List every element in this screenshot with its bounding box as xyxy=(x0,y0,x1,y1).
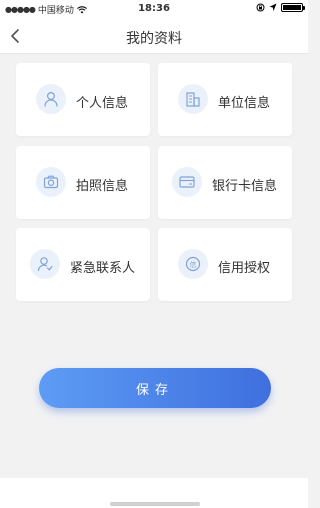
battery-icon xyxy=(281,3,305,12)
credit-icon: 信 xyxy=(178,249,208,279)
card-emergency-contact[interactable]: 紧急联系人 xyxy=(16,228,150,301)
building-icon xyxy=(178,84,208,114)
credit-icon-glyph: 信 xyxy=(190,260,197,269)
save-button[interactable]: 保存 xyxy=(39,368,271,408)
home-indicator xyxy=(110,502,200,506)
card-label: 紧急联系人 xyxy=(70,261,136,276)
battery-level xyxy=(283,5,301,10)
status-bar: ●●●●● 中国移动 18:36 xyxy=(0,0,308,18)
camera-icon xyxy=(36,167,66,197)
card-label: 银行卡信息 xyxy=(212,179,278,194)
contact-icon xyxy=(30,249,60,279)
rotation-lock-icon xyxy=(256,3,265,12)
card-photo-info[interactable]: 拍照信息 xyxy=(16,146,150,219)
page-title: 我的资料 xyxy=(126,31,182,47)
card-company-info[interactable]: 单位信息 xyxy=(158,63,292,136)
card-label: 信用授权 xyxy=(218,261,271,276)
location-arrow-icon xyxy=(269,3,277,11)
nav-bar: 我的资料 xyxy=(0,18,308,54)
card-label: 单位信息 xyxy=(218,96,271,111)
card-label: 拍照信息 xyxy=(76,179,129,194)
bottom-bar xyxy=(0,478,308,508)
status-right xyxy=(256,3,305,12)
bank-card-icon xyxy=(172,167,202,197)
card-personal-info[interactable]: 个人信息 xyxy=(16,63,150,136)
card-bank-card-info[interactable]: 银行卡信息 xyxy=(158,146,292,219)
card-label: 个人信息 xyxy=(76,96,129,111)
card-credit-authorization[interactable]: 信 信用授权 xyxy=(158,228,292,301)
person-icon xyxy=(36,84,66,114)
